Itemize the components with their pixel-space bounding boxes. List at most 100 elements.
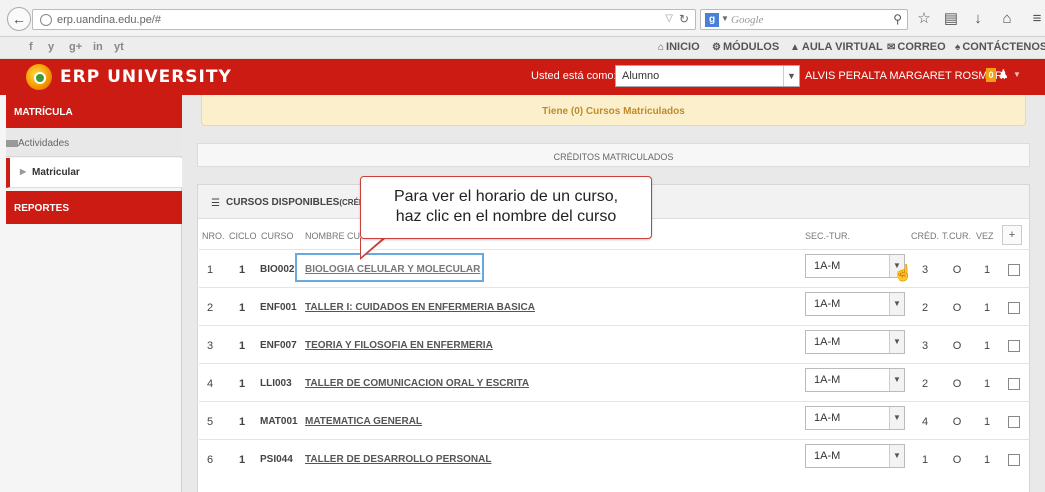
row-vez: 1 xyxy=(983,340,991,352)
list-icon: ☰ xyxy=(211,198,220,209)
section-select[interactable]: 1A-M ▼ xyxy=(805,330,905,354)
sidebar-item-reportes[interactable]: REPORTES xyxy=(6,191,182,224)
reload-icon[interactable]: ↻ xyxy=(679,12,689,26)
row-codigo: ENF001 xyxy=(260,302,297,313)
course-name-highlight xyxy=(295,253,484,282)
row-vez: 1 xyxy=(983,378,991,390)
row-nro: 4 xyxy=(206,378,214,390)
section-select[interactable]: 1A-M ▼ xyxy=(805,368,905,392)
clipboard-icon[interactable]: ▤ xyxy=(941,9,961,29)
dropdown-icon[interactable]: ▽ xyxy=(665,13,673,24)
logo-icon xyxy=(26,64,52,90)
row-ciclo: 1 xyxy=(238,340,246,352)
row-codigo: ENF007 xyxy=(260,340,297,351)
google-plus-icon[interactable]: g+ xyxy=(69,41,82,53)
twitter-icon[interactable]: y xyxy=(48,41,54,53)
row-nro: 1 xyxy=(206,264,214,276)
table-row: 6 1 PSI044 TALLER DE DESARROLLO PERSONAL 1A-… xyxy=(199,439,1030,477)
section-select[interactable]: 1A-M ▼ xyxy=(805,406,905,430)
bookmark-star-icon[interactable]: ☆ xyxy=(914,9,934,29)
row-tcur: O xyxy=(952,264,962,276)
app-header: ERP UNIVERSITY Usted está como: Alumno ▼… xyxy=(0,59,1045,95)
col-ciclo: CICLO xyxy=(229,231,257,241)
row-nro: 5 xyxy=(206,416,214,428)
col-tcur: T.CUR. xyxy=(942,231,971,241)
search-placeholder: Google xyxy=(731,14,764,26)
linkedin-icon[interactable]: in xyxy=(93,41,103,53)
top-links-bar: f y g+ in yt ⌂ INICIO ⚙ MÓDULOS ▲ AULA VIRT… xyxy=(0,37,1045,59)
link-modulos[interactable]: ⚙ MÓDULOS xyxy=(712,41,779,53)
select-checkbox[interactable] xyxy=(1008,264,1020,276)
mail-icon: ✉ xyxy=(887,42,896,53)
sidebar-item-matricula[interactable]: MATRÍCULA xyxy=(6,95,182,128)
sidebar: MATRÍCULA Actividades ▶ Matricular REPOR… xyxy=(0,95,182,492)
table-row: 4 1 LLI003 TALLER DE COMUNICACION ORAL Y ES… xyxy=(199,363,1030,401)
link-correo[interactable]: ✉ CORREO xyxy=(887,41,946,53)
search-icon[interactable]: ⚲ xyxy=(893,12,902,26)
course-name-link[interactable]: TALLER DE COMUNICACION ORAL Y ESCRITA xyxy=(305,378,529,389)
select-checkbox[interactable] xyxy=(1008,302,1020,314)
row-vez: 1 xyxy=(983,264,991,276)
course-name-link[interactable]: MATEMATICA GENERAL xyxy=(305,416,422,427)
youtube-icon[interactable]: yt xyxy=(114,41,124,53)
row-codigo: BIO002 xyxy=(260,264,295,275)
row-cred: 3 xyxy=(921,264,929,276)
row-cred: 3 xyxy=(921,340,929,352)
engine-dropdown-icon[interactable]: ▼ xyxy=(721,14,729,23)
user-name[interactable]: ALVIS PERALTA MARGARET ROSMERI xyxy=(805,70,1006,82)
enrollment-alert: Tiene (0) Cursos Matriculados xyxy=(201,95,1026,126)
section-select[interactable]: 1A-M ▼ xyxy=(805,444,905,468)
sidebar-item-actividades[interactable]: Actividades xyxy=(6,128,182,157)
bell-icon: ♠ xyxy=(955,42,961,53)
menu-icon[interactable]: ≡ xyxy=(1027,9,1045,29)
course-name-link[interactable]: TALLER DE DESARROLLO PERSONAL xyxy=(305,454,491,465)
section-select[interactable]: 1A-M ▼ xyxy=(805,292,905,316)
row-nro: 2 xyxy=(206,302,214,314)
add-all-button[interactable]: + xyxy=(1002,225,1022,245)
callout-line-1: Para ver el horario de un curso, xyxy=(393,188,619,205)
chevron-down-icon: ▼ xyxy=(889,407,904,429)
search-bar[interactable]: g ▼ Google ⚲ xyxy=(700,9,908,30)
link-contactenos[interactable]: ♠ CONTÁCTENOS xyxy=(955,41,1045,53)
address-bar[interactable]: erp.uandina.edu.pe/# ▽ ↻ xyxy=(32,9,696,30)
chevron-right-icon: ▶ xyxy=(20,167,27,176)
row-ciclo: 1 xyxy=(238,378,246,390)
pointer-cursor-icon: ☝ xyxy=(893,265,913,282)
role-select[interactable]: Alumno ▼ xyxy=(615,65,800,87)
folder-icon xyxy=(6,140,18,147)
row-cred: 2 xyxy=(921,378,929,390)
google-icon: g xyxy=(705,13,719,27)
row-nro: 6 xyxy=(206,454,214,466)
col-curso: CURSO xyxy=(261,231,294,241)
course-name-link[interactable]: TALLER I: CUIDADOS EN ENFERMERIA BASICA xyxy=(305,302,535,313)
select-checkbox[interactable] xyxy=(1008,416,1020,428)
table-row: 5 1 MAT001 MATEMATICA GENERAL 1A-M ▼ 4 O 1 xyxy=(199,401,1030,439)
select-checkbox[interactable] xyxy=(1008,340,1020,352)
back-button[interactable]: ← xyxy=(7,7,31,31)
notification-badge[interactable]: 0 xyxy=(986,68,996,82)
row-nro: 3 xyxy=(206,340,214,352)
tutorial-callout: Para ver el horario de un curso, haz cli… xyxy=(360,176,652,239)
row-cred: 2 xyxy=(921,302,929,314)
link-aula-virtual[interactable]: ▲ AULA VIRTUAL xyxy=(790,41,883,53)
chevron-down-icon: ▼ xyxy=(889,293,904,315)
row-codigo: LLI003 xyxy=(260,378,292,389)
caret-down-icon[interactable]: ▼ xyxy=(1013,70,1021,79)
select-checkbox[interactable] xyxy=(1008,454,1020,466)
section-select[interactable]: 1A-M ▼ xyxy=(805,254,905,278)
select-checkbox[interactable] xyxy=(1008,378,1020,390)
graduation-icon: ▲ xyxy=(790,42,800,53)
user-icon[interactable]: ♟ xyxy=(998,67,1009,81)
role-label: Usted está como: xyxy=(531,70,617,82)
row-cred: 1 xyxy=(921,454,929,466)
sidebar-item-matricular[interactable]: ▶ Matricular xyxy=(6,158,182,188)
col-vez: VEZ xyxy=(976,231,994,241)
home-icon[interactable]: ⌂ xyxy=(997,9,1017,29)
download-icon[interactable]: ↓ xyxy=(968,9,988,29)
course-name-link[interactable]: TEORIA Y FILOSOFIA EN ENFERMERIA xyxy=(305,340,493,351)
link-inicio[interactable]: ⌂ INICIO xyxy=(658,41,700,53)
facebook-icon[interactable]: f xyxy=(29,41,33,53)
row-ciclo: 1 xyxy=(238,454,246,466)
row-tcur: O xyxy=(952,340,962,352)
url-text: erp.uandina.edu.pe/# xyxy=(57,14,161,26)
